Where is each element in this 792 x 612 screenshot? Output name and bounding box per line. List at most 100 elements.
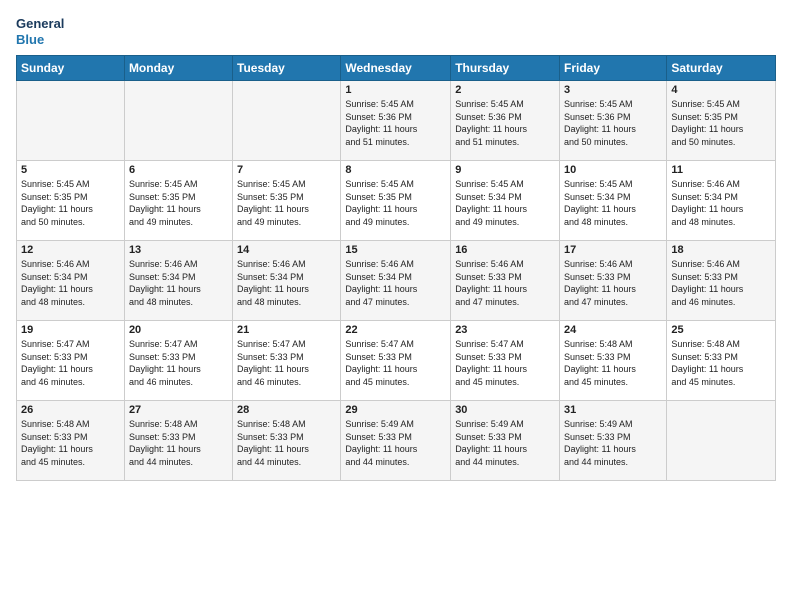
calendar-cell: 12Sunrise: 5:46 AM Sunset: 5:34 PM Dayli… — [17, 241, 125, 321]
day-number: 14 — [237, 244, 336, 256]
calendar-cell: 24 Sunrise: 5:48 AM Sunset: 5:33 PM Dayli… — [560, 321, 667, 401]
day-info: Sunrise: 5:48 AM Sunset: 5:33 PM Dayligh… — [564, 338, 662, 388]
day-number: 7 — [237, 164, 336, 176]
calendar-cell: 30 Sunrise: 5:49 AM Sunset: 5:33 PM Dayli… — [451, 401, 560, 481]
day-number: 12 — [21, 244, 120, 256]
day-number: 17 — [564, 244, 662, 256]
day-info: Sunrise: 5:47 AM Sunset: 5:33 PM Dayligh… — [455, 338, 555, 388]
day-number: 23 — [455, 324, 555, 336]
day-info: Sunrise: 5:46 AM Sunset: 5:33 PM Dayligh… — [671, 258, 771, 308]
calendar-cell — [17, 81, 125, 161]
calendar-cell — [233, 81, 341, 161]
logo: General Blue GeneralBlue — [16, 16, 64, 47]
calendar-table: SundayMondayTuesdayWednesdayThursdayFrid… — [16, 55, 776, 481]
weekday-header-monday: Monday — [124, 56, 232, 81]
calendar-cell: 23 Sunrise: 5:47 AM Sunset: 5:33 PM Dayli… — [451, 321, 560, 401]
day-number: 31 — [564, 404, 662, 416]
day-number: 28 — [237, 404, 336, 416]
day-number: 24 — [564, 324, 662, 336]
day-number: 16 — [455, 244, 555, 256]
day-number: 21 — [237, 324, 336, 336]
calendar-cell: 21 Sunrise: 5:47 AM Sunset: 5:33 PM Dayli… — [233, 321, 341, 401]
calendar-cell: 8 Sunrise: 5:45 AM Sunset: 5:35 PM Daylig… — [341, 161, 451, 241]
day-info: Sunrise: 5:45 AM Sunset: 5:35 PM Dayligh… — [21, 178, 120, 228]
calendar-cell — [667, 401, 776, 481]
calendar-cell: 31Sunrise: 5:49 AM Sunset: 5:33 PM Dayli… — [560, 401, 667, 481]
day-info: Sunrise: 5:49 AM Sunset: 5:33 PM Dayligh… — [345, 418, 446, 468]
day-info: Sunrise: 5:46 AM Sunset: 5:34 PM Dayligh… — [671, 178, 771, 228]
calendar-cell: 5 Sunrise: 5:45 AM Sunset: 5:35 PM Daylig… — [17, 161, 125, 241]
day-info: Sunrise: 5:45 AM Sunset: 5:35 PM Dayligh… — [129, 178, 228, 228]
day-info: Sunrise: 5:46 AM Sunset: 5:34 PM Dayligh… — [345, 258, 446, 308]
day-info: Sunrise: 5:45 AM Sunset: 5:35 PM Dayligh… — [671, 98, 771, 148]
day-number: 2 — [455, 84, 555, 96]
day-info: Sunrise: 5:45 AM Sunset: 5:34 PM Dayligh… — [564, 178, 662, 228]
day-info: Sunrise: 5:47 AM Sunset: 5:33 PM Dayligh… — [129, 338, 228, 388]
day-info: Sunrise: 5:49 AM Sunset: 5:33 PM Dayligh… — [455, 418, 555, 468]
day-number: 19 — [21, 324, 120, 336]
day-number: 8 — [345, 164, 446, 176]
calendar-cell — [124, 81, 232, 161]
day-number: 25 — [671, 324, 771, 336]
week-row-2: 5 Sunrise: 5:45 AM Sunset: 5:35 PM Daylig… — [17, 161, 776, 241]
calendar-cell: 7Sunrise: 5:45 AM Sunset: 5:35 PM Daylig… — [233, 161, 341, 241]
calendar-cell: 22 Sunrise: 5:47 AM Sunset: 5:33 PM Dayli… — [341, 321, 451, 401]
day-number: 3 — [564, 84, 662, 96]
week-row-3: 12 Sunrise: 5:46 AM Sunset: 5:34 PM Dayli… — [17, 241, 776, 321]
calendar-cell: 29 Sunrise: 5:49 AM Sunset: 5:33 PM Dayli… — [341, 401, 451, 481]
day-info: Sunrise: 5:45 AM Sunset: 5:35 PM Dayligh… — [345, 178, 446, 228]
day-info: Sunrise: 5:46 AM Sunset: 5:34 PM Dayligh… — [129, 258, 228, 308]
day-number: 11 — [671, 164, 771, 176]
calendar-cell: 14 Sunrise: 5:46 AM Sunset: 5:34 PM Dayli… — [233, 241, 341, 321]
day-number: 6 — [129, 164, 228, 176]
day-info: Sunrise: 5:45 AM Sunset: 5:36 PM Dayligh… — [564, 98, 662, 148]
day-info: Sunrise: 5:47 AM Sunset: 5:33 PM Dayligh… — [21, 338, 120, 388]
day-number: 22 — [345, 324, 446, 336]
calendar-cell: 13Sunrise: 5:46 AM Sunset: 5:34 PM Dayli… — [124, 241, 232, 321]
day-number: 30 — [455, 404, 555, 416]
calendar-header-row: SundayMondayTuesdayWednesdayThursdayFrid… — [17, 56, 776, 81]
weekday-header-sunday: Sunday — [17, 56, 125, 81]
day-info: Sunrise: 5:48 AM Sunset: 5:33 PM Dayligh… — [21, 418, 120, 468]
calendar-cell: 28 Sunrise: 5:48 AM Sunset: 5:33 PM Dayli… — [233, 401, 341, 481]
calendar-cell: 1Sunrise: 5:45 AM Sunset: 5:36 PM Daylig… — [341, 81, 451, 161]
weekday-header-wednesday: Wednesday — [341, 56, 451, 81]
calendar-cell: 10 Sunrise: 5:45 AM Sunset: 5:34 PM Dayli… — [560, 161, 667, 241]
day-info: Sunrise: 5:48 AM Sunset: 5:33 PM Dayligh… — [671, 338, 771, 388]
logo-text: GeneralBlue — [16, 16, 64, 47]
day-number: 29 — [345, 404, 446, 416]
week-row-4: 19 Sunrise: 5:47 AM Sunset: 5:33 PM Dayli… — [17, 321, 776, 401]
day-info: Sunrise: 5:45 AM Sunset: 5:34 PM Dayligh… — [455, 178, 555, 228]
calendar-cell: 17 Sunrise: 5:46 AM Sunset: 5:33 PM Dayli… — [560, 241, 667, 321]
day-info: Sunrise: 5:45 AM Sunset: 5:36 PM Dayligh… — [455, 98, 555, 148]
calendar-cell: 6 Sunrise: 5:45 AM Sunset: 5:35 PM Daylig… — [124, 161, 232, 241]
day-number: 10 — [564, 164, 662, 176]
day-info: Sunrise: 5:46 AM Sunset: 5:33 PM Dayligh… — [455, 258, 555, 308]
day-number: 20 — [129, 324, 228, 336]
header: General Blue GeneralBlue — [16, 16, 776, 47]
page-container: General Blue GeneralBlue SundayMondayTue… — [0, 0, 792, 489]
day-info: Sunrise: 5:48 AM Sunset: 5:33 PM Dayligh… — [237, 418, 336, 468]
calendar-cell: 27Sunrise: 5:48 AM Sunset: 5:33 PM Dayli… — [124, 401, 232, 481]
calendar-cell: 11 Sunrise: 5:46 AM Sunset: 5:34 PM Dayli… — [667, 161, 776, 241]
weekday-header-saturday: Saturday — [667, 56, 776, 81]
week-row-1: 1 Sunrise: 5:45 AM Sunset: 5:36 PM Daylig… — [17, 81, 776, 161]
day-info: Sunrise: 5:47 AM Sunset: 5:33 PM Dayligh… — [345, 338, 446, 388]
day-info: Sunrise: 5:46 AM Sunset: 5:34 PM Dayligh… — [237, 258, 336, 308]
day-number: 9 — [455, 164, 555, 176]
calendar-cell: 19 Sunrise: 5:47 AM Sunset: 5:33 PM Dayli… — [17, 321, 125, 401]
weekday-header-tuesday: Tuesday — [233, 56, 341, 81]
calendar-cell: 16 Sunrise: 5:46 AM Sunset: 5:33 PM Dayli… — [451, 241, 560, 321]
day-number: 5 — [21, 164, 120, 176]
day-info: Sunrise: 5:46 AM Sunset: 5:33 PM Dayligh… — [564, 258, 662, 308]
weekday-header-friday: Friday — [560, 56, 667, 81]
calendar-cell: 4Sunrise: 5:45 AM Sunset: 5:35 PM Daylig… — [667, 81, 776, 161]
calendar-cell: 2 Sunrise: 5:45 AM Sunset: 5:36 PM Daylig… — [451, 81, 560, 161]
calendar-cell: 26 Sunrise: 5:48 AM Sunset: 5:33 PM Dayli… — [17, 401, 125, 481]
day-info: Sunrise: 5:47 AM Sunset: 5:33 PM Dayligh… — [237, 338, 336, 388]
day-number: 1 — [345, 84, 446, 96]
day-number: 18 — [671, 244, 771, 256]
calendar-cell: 3 Sunrise: 5:45 AM Sunset: 5:36 PM Daylig… — [560, 81, 667, 161]
day-number: 15 — [345, 244, 446, 256]
day-number: 26 — [21, 404, 120, 416]
